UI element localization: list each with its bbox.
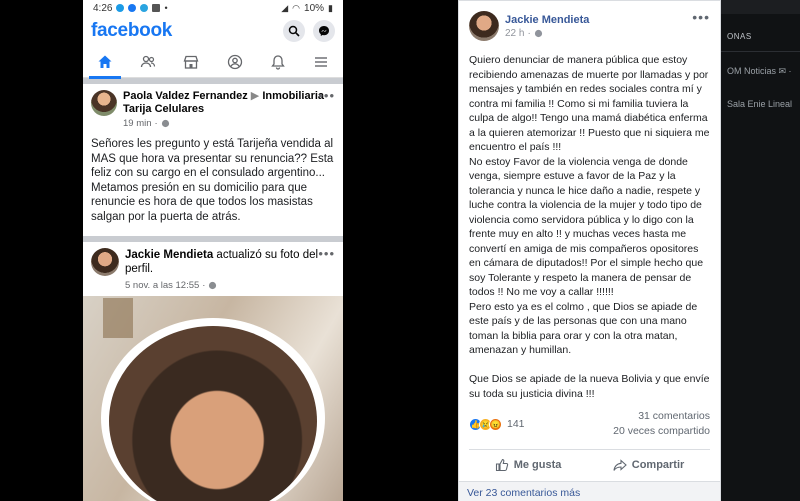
- tab-profile[interactable]: [217, 46, 253, 78]
- sidebar-heading: ONAS: [727, 32, 752, 41]
- status-bar: 4:26 • ◢ ◠ 10% ▮: [83, 0, 343, 16]
- battery-icon: ▮: [328, 2, 333, 13]
- profile-picture-image: [109, 326, 317, 501]
- marketplace-icon: [183, 55, 199, 69]
- share-label: Compartir: [631, 458, 685, 471]
- desktop-post: Jackie Mendieta 22 h · ••• Quiero denunc…: [458, 0, 721, 501]
- more-notifications-icon: •: [164, 3, 168, 13]
- nav-tabs: [83, 46, 343, 79]
- facebook-logo[interactable]: facebook: [91, 20, 172, 42]
- post-actions: Me gusta Compartir: [469, 449, 710, 479]
- post-author-name[interactable]: Jackie Mendieta: [125, 249, 213, 261]
- sidebar-item[interactable]: OM Noticias ✉ ·: [721, 66, 800, 77]
- share-icon: [613, 458, 627, 471]
- tab-menu[interactable]: [303, 46, 339, 78]
- messenger-icon: [319, 26, 329, 36]
- feed-post: Jackie Mendieta actualizó su foto del pe…: [83, 236, 343, 297]
- tab-home[interactable]: [87, 46, 123, 79]
- wifi-icon: ◠: [292, 2, 301, 13]
- share-button[interactable]: Compartir: [613, 458, 685, 472]
- reactions-count[interactable]: 141: [507, 418, 525, 430]
- view-more-comments-link[interactable]: Ver 23 comentarios más: [459, 481, 720, 501]
- home-icon: [98, 55, 112, 68]
- tab-marketplace[interactable]: [173, 46, 209, 78]
- like-button[interactable]: Me gusta: [495, 458, 562, 472]
- comments-count[interactable]: 31 comentarios: [613, 409, 710, 424]
- public-icon: [209, 281, 217, 290]
- angry-reaction-icon[interactable]: 😠: [489, 417, 502, 431]
- more-options-icon[interactable]: •••: [318, 88, 335, 103]
- gallery-notification-icon: [152, 4, 161, 12]
- post-stats: 👍 😢 😠 141 31 comentarios 20 veces compar…: [469, 409, 710, 439]
- tab-notifications[interactable]: [260, 46, 296, 78]
- mobile-screenshot: 4:26 • ◢ ◠ 10% ▮ facebook Paola Valdez F…: [83, 0, 343, 501]
- shares-count[interactable]: 20 veces compartido: [613, 424, 710, 439]
- more-options-icon[interactable]: •••: [692, 9, 710, 25]
- post-author-name[interactable]: Paola Valdez Fernandez: [123, 90, 248, 102]
- avatar[interactable]: [469, 11, 499, 41]
- sidebar-item[interactable]: Sala Enie Lineal: [721, 99, 800, 109]
- search-icon: [288, 25, 300, 37]
- telegram-notification-icon: [140, 4, 149, 12]
- messenger-notification-icon: [128, 4, 137, 12]
- app-notification-icon: [116, 4, 125, 12]
- more-options-icon[interactable]: •••: [318, 246, 335, 261]
- profile-icon: [227, 54, 242, 69]
- post-time: 19 min: [123, 118, 152, 129]
- post-time: 5 nov. a las 12:55: [125, 280, 200, 291]
- signal-icon: ◢: [281, 2, 289, 13]
- avatar[interactable]: [91, 248, 119, 276]
- profile-photo[interactable]: [83, 296, 343, 501]
- like-label: Me gusta: [513, 458, 562, 471]
- status-time: 4:26: [93, 2, 113, 14]
- post-text: Quiero denunciar de manera pública que e…: [469, 54, 710, 400]
- app-header: facebook: [83, 16, 343, 46]
- globe-icon: ·: [154, 118, 158, 129]
- feed-post: Paola Valdez Fernandez ▶ Inmobiliaria Ta…: [83, 84, 343, 230]
- bell-icon: [271, 54, 285, 70]
- arrow-right-icon: ▶: [250, 90, 260, 102]
- post-text: Señores les pregunto y está Tarijeña ven…: [91, 138, 334, 223]
- post-time[interactable]: 22 h: [505, 28, 524, 39]
- public-icon: [534, 29, 542, 37]
- avatar[interactable]: [91, 90, 117, 116]
- public-icon: [161, 119, 169, 128]
- search-button[interactable]: [283, 20, 305, 42]
- dark-sidebar: ONAS OM Noticias ✉ · Sala Enie Lineal: [721, 0, 800, 501]
- friends-icon: [140, 55, 156, 67]
- battery-level: 10%: [304, 2, 325, 14]
- thumbs-up-icon: [495, 458, 508, 471]
- post-author-name[interactable]: Jackie Mendieta: [505, 14, 589, 26]
- menu-icon: [315, 56, 328, 67]
- messenger-button[interactable]: [313, 20, 335, 42]
- tab-friends[interactable]: [130, 46, 166, 78]
- screenshot-collage: 4:26 • ◢ ◠ 10% ▮ facebook Paola Valdez F…: [0, 0, 800, 501]
